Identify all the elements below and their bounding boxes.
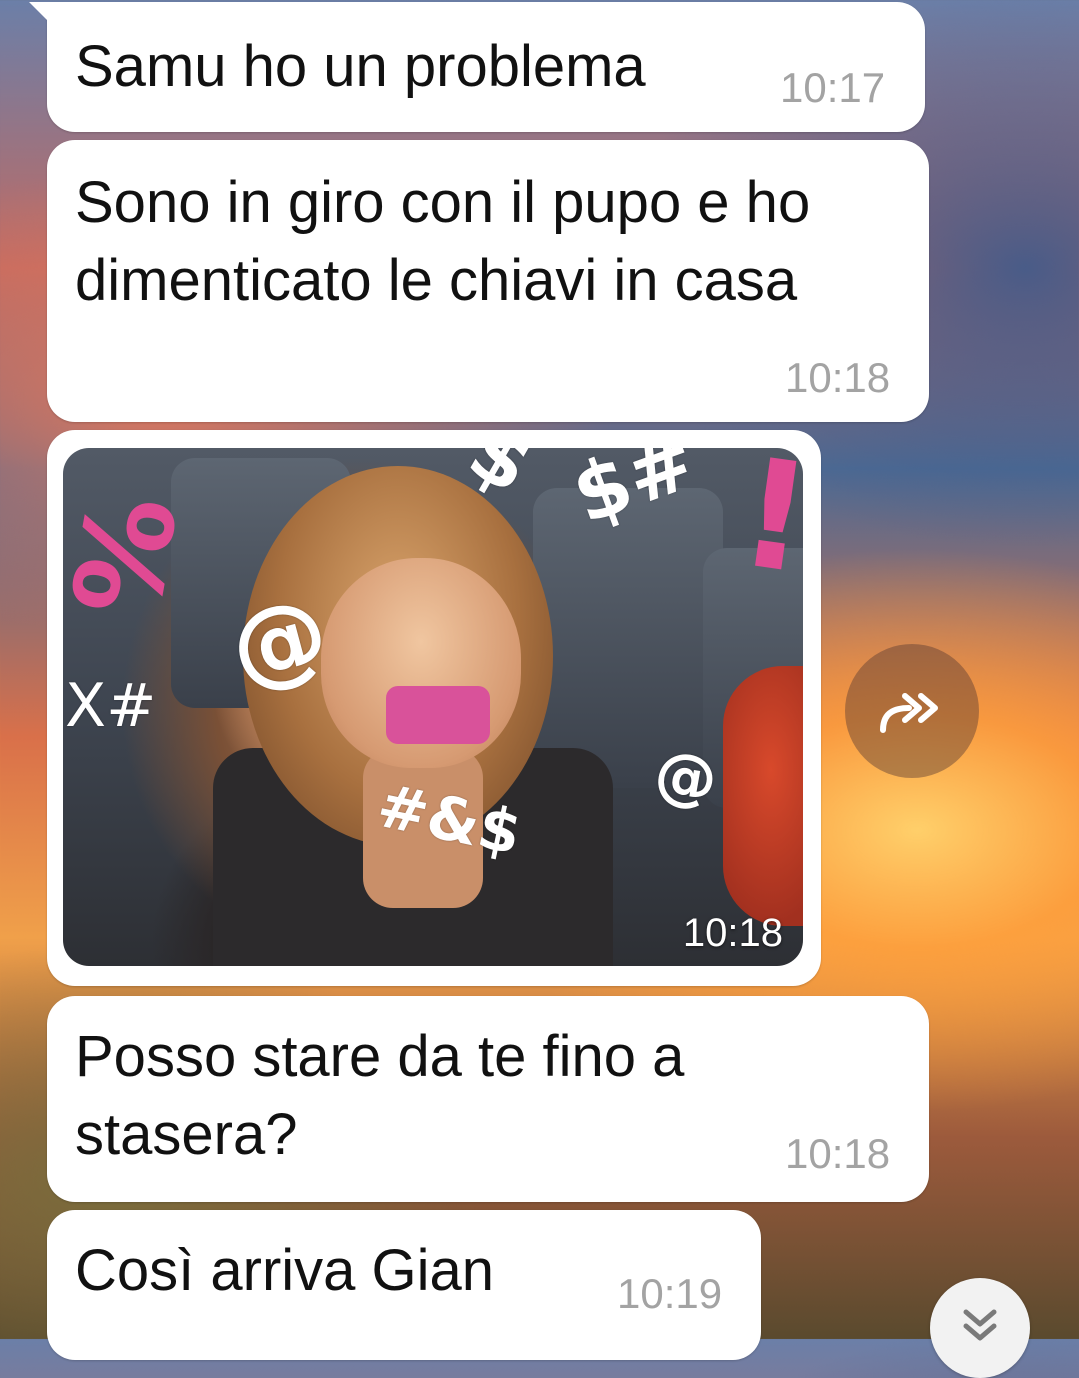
forward-button[interactable] (845, 644, 979, 778)
message-text: Così arriva Gian (75, 1238, 495, 1303)
gif-message-bubble[interactable]: % @ X# #&$ @ $ $# ! 10:18 (47, 430, 821, 986)
forward-icon (880, 693, 938, 733)
message-bubble-5[interactable]: Così arriva Gian 10:19 (47, 1210, 761, 1360)
gif-symbol: @ (649, 735, 723, 818)
message-text: Samu ho un problema (75, 34, 646, 99)
message-time: 10:18 (785, 1130, 891, 1177)
message-time: 10:19 (617, 1270, 723, 1317)
gif-symbol: ! (729, 448, 803, 608)
gif-symbol: % (63, 484, 206, 628)
gif-symbol: X# (65, 671, 157, 741)
censor-block (386, 686, 490, 744)
scroll-down-button[interactable] (930, 1278, 1030, 1378)
message-time: 10:17 (780, 64, 886, 111)
message-time: 10:18 (785, 354, 891, 401)
gif-media[interactable]: % @ X# #&$ @ $ $# ! 10:18 (63, 448, 803, 966)
gif-time: 10:18 (682, 911, 783, 955)
bubble-tail (29, 2, 55, 28)
message-bubble-4[interactable]: Posso stare da te fino a stasera? 10:18 (47, 996, 929, 1202)
chevrons-down-icon (963, 1309, 997, 1341)
message-text: Sono in giro con il pupo e ho dimenticat… (75, 170, 811, 313)
message-bubble-1[interactable]: Samu ho un problema 10:17 (29, 2, 925, 132)
message-bubble-2[interactable]: Sono in giro con il pupo e ho dimenticat… (47, 140, 929, 422)
message-text: Posso stare da te fino a stasera? (75, 1024, 685, 1167)
person-red (723, 666, 803, 926)
